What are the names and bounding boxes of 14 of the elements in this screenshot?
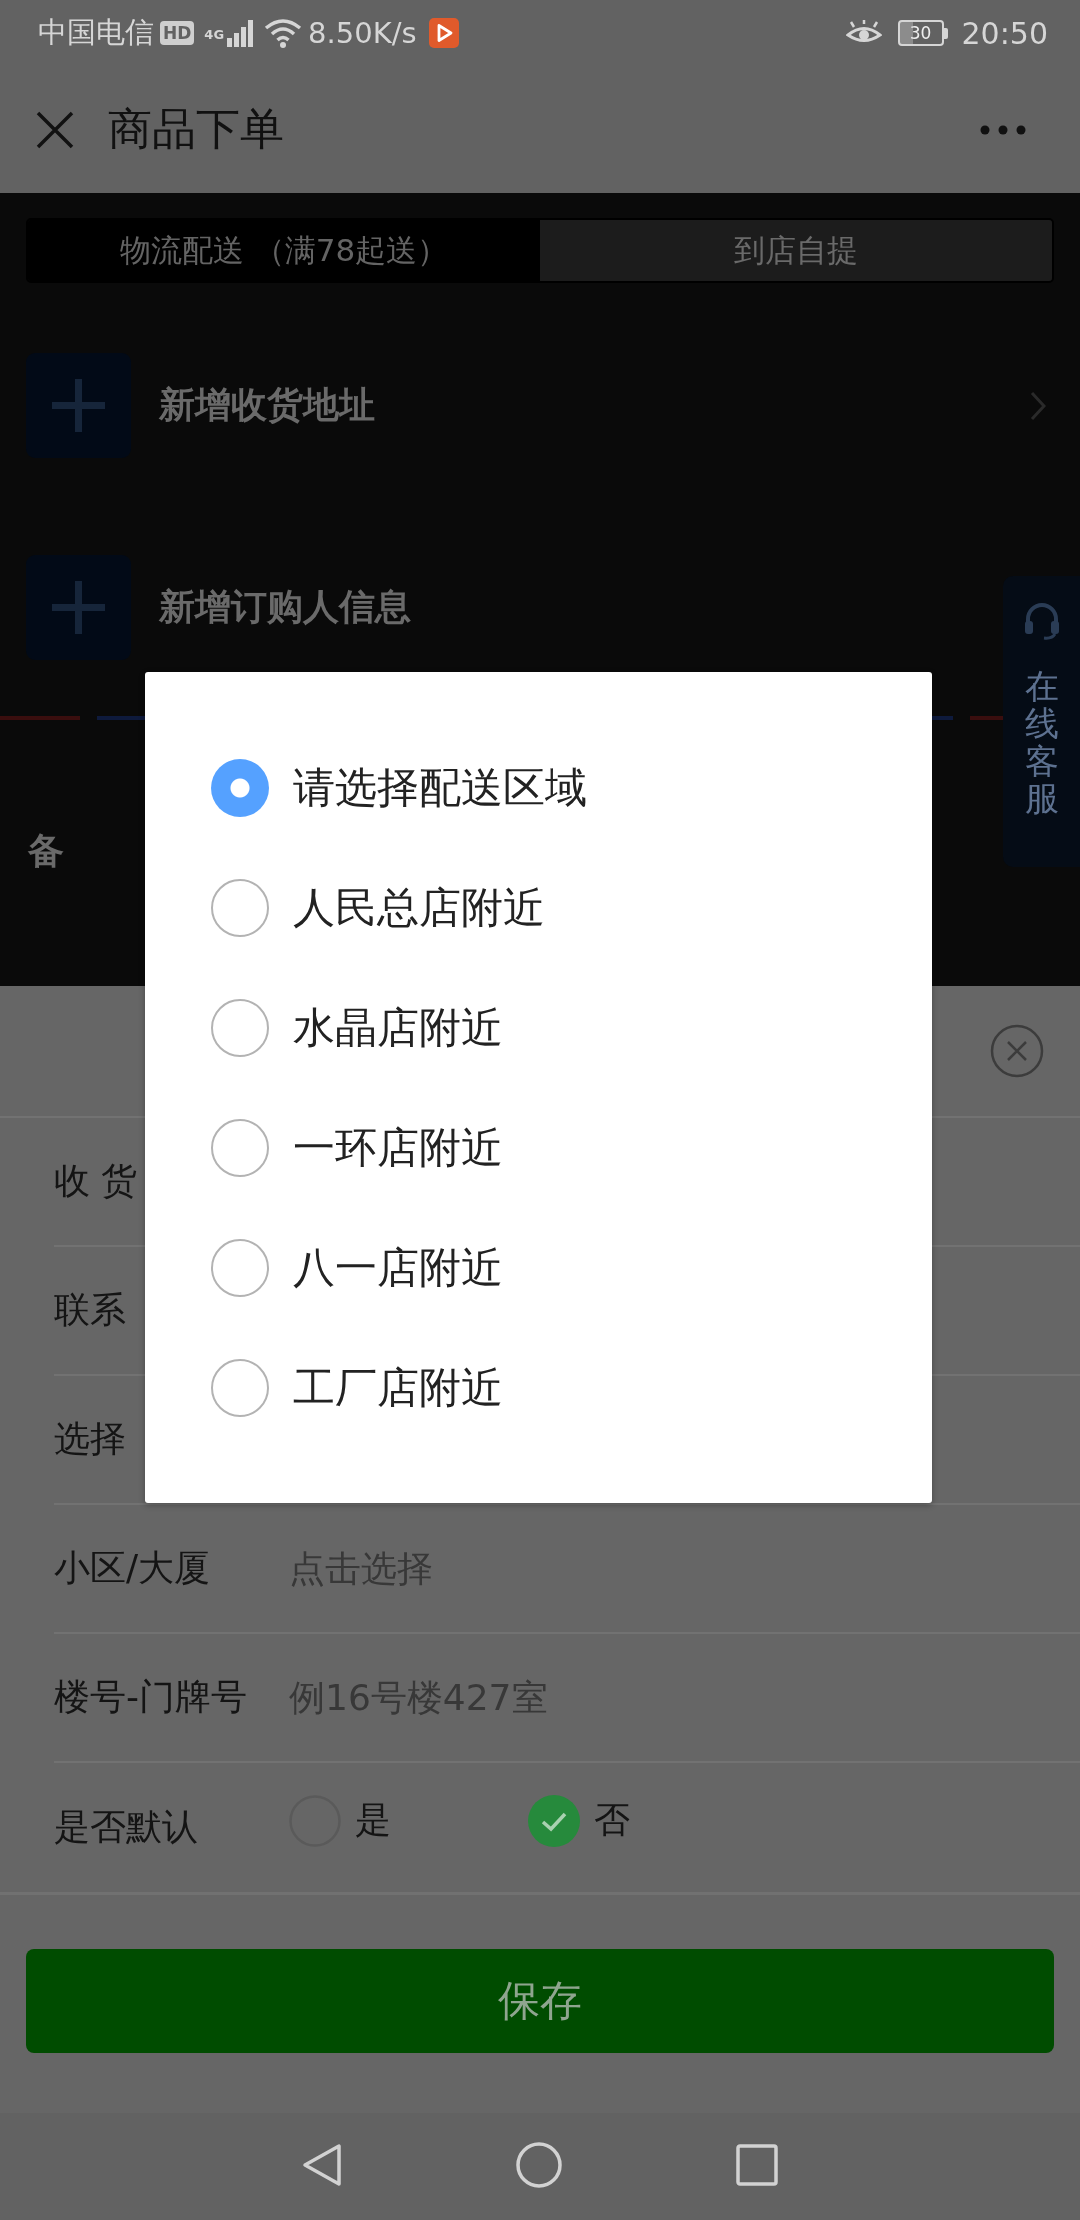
field-label: 联系 bbox=[54, 1289, 126, 1330]
clock-label: 20:50 bbox=[961, 15, 1048, 51]
hd-badge: HD bbox=[160, 21, 195, 45]
carrier-label: 中国电信 bbox=[38, 14, 154, 51]
remarks-label: 备 bbox=[28, 830, 64, 871]
page-title: 商品下单 bbox=[108, 102, 284, 156]
network-speed-label: 8.50K/s bbox=[308, 16, 417, 50]
field-label: 收 货 bbox=[54, 1160, 138, 1201]
field-label: 是否默认 bbox=[54, 1806, 198, 1847]
battery-indicator: 30 bbox=[897, 20, 948, 46]
field-label: 小区/大厦 bbox=[54, 1547, 211, 1588]
field-label: 选择 bbox=[54, 1418, 126, 1459]
network-type-label: 4G bbox=[204, 27, 225, 42]
field-label: 楼号-门牌号 bbox=[54, 1676, 247, 1717]
